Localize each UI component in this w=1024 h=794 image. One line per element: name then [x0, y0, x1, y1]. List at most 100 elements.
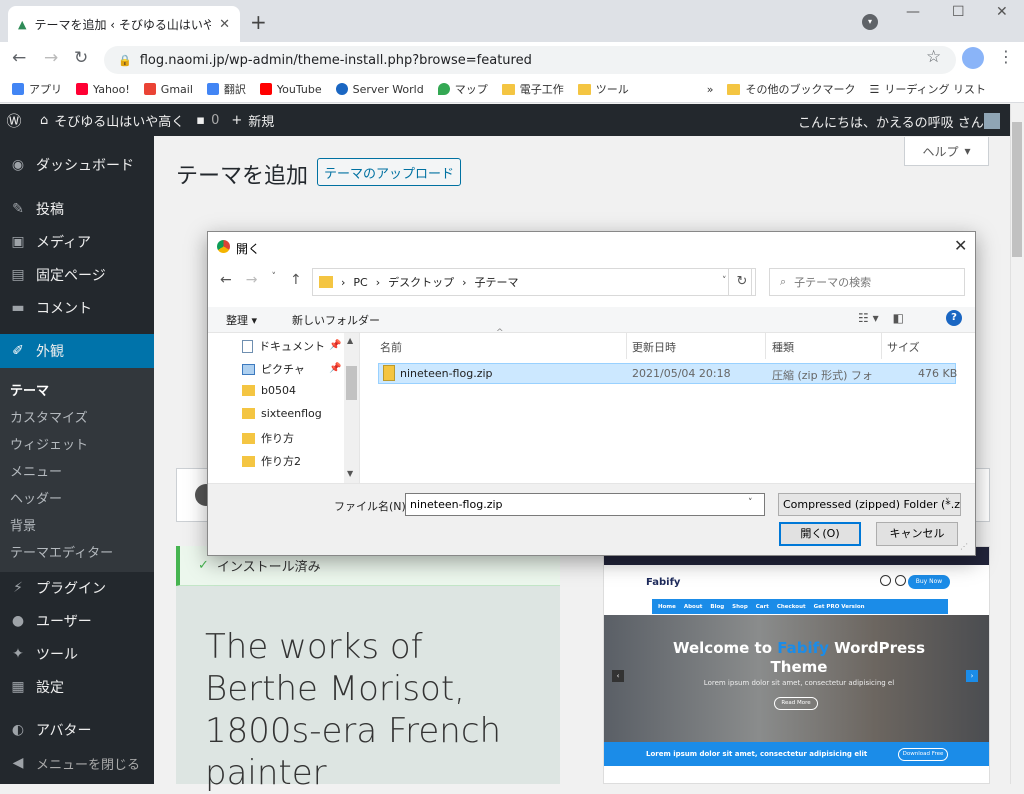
tree-item-folder[interactable]: b0504 — [242, 384, 296, 397]
site-name-link[interactable]: ⌂ そびゆる山はいや高く — [40, 111, 184, 130]
profile-avatar[interactable] — [962, 47, 984, 69]
tree-item-documents[interactable]: ドキュメント — [242, 338, 325, 354]
cancel-button[interactable]: キャンセル — [876, 522, 958, 546]
submenu-widgets[interactable]: ウィジェット — [0, 434, 154, 453]
address-bar[interactable]: 🔒 flog.naomi.jp/wp-admin/theme-install.p… — [104, 46, 956, 74]
bookmark-maps[interactable]: マップ — [437, 81, 488, 97]
help-icon[interactable]: ? — [946, 310, 962, 326]
maximize-icon[interactable]: ☐ — [952, 4, 965, 20]
sidebar-item-comments[interactable]: ▬ コメント — [0, 291, 154, 325]
bookmark-other[interactable]: その他のブックマーク — [727, 81, 855, 97]
forward-icon[interactable]: → — [44, 48, 58, 68]
breadcrumb-pc[interactable]: PC — [353, 276, 367, 289]
tree-scrollbar-thumb[interactable] — [346, 366, 357, 400]
preview-nav: Home About Blog Shop Cart Checkout Get P… — [652, 599, 948, 614]
open-button[interactable]: 開く(O) — [779, 522, 861, 546]
submenu-background[interactable]: 背景 — [0, 515, 154, 534]
column-header-type[interactable]: 種類 — [772, 339, 794, 355]
sidebar-item-pages[interactable]: ▤ 固定ページ — [0, 258, 154, 292]
bookmark-gmail[interactable]: Gmail — [143, 83, 193, 96]
account-avatar[interactable] — [984, 113, 1000, 129]
new-folder-button[interactable]: 新しいフォルダー — [292, 312, 380, 328]
bookmark-youtube[interactable]: YouTube — [259, 83, 322, 96]
sidebar-item-media[interactable]: ▣ メディア — [0, 225, 154, 259]
bookmark-star-icon[interactable]: ☆ — [926, 47, 941, 67]
comments-link[interactable]: ▪ 0 — [196, 113, 219, 128]
column-divider[interactable] — [881, 333, 882, 359]
column-header-size[interactable]: サイズ — [887, 339, 920, 355]
pinned-icon: 📌 — [329, 363, 342, 374]
scroll-down-icon[interactable]: ▼ — [347, 469, 353, 478]
up-icon[interactable]: ↑ — [290, 272, 302, 288]
upload-theme-button[interactable]: テーマのアップロード — [317, 158, 461, 186]
sidebar-item-dashboard[interactable]: ◉ ダッシュボード — [0, 148, 154, 182]
scroll-up-icon[interactable]: ▲ — [347, 336, 353, 345]
wordpress-logo-icon[interactable]: Ⓦ — [0, 104, 28, 136]
resize-grip-icon[interactable]: ⋰ — [960, 542, 968, 551]
new-tab-button[interactable]: + — [250, 10, 267, 34]
sidebar-item-plugins[interactable]: ⚡ プラグイン — [0, 571, 154, 605]
dialog-close-icon[interactable]: ✕ — [954, 236, 967, 255]
new-content-link[interactable]: + 新規 — [231, 111, 274, 130]
tree-item-folder[interactable]: 作り方2 — [242, 453, 301, 469]
column-header-name[interactable]: 名前 — [380, 339, 402, 355]
bookmark-folder-electronics[interactable]: 電子工作 — [501, 81, 564, 97]
collapse-menu-button[interactable]: ◀ メニューを閉じる — [0, 746, 154, 780]
breadcrumb-desktop[interactable]: デスクトップ — [388, 274, 454, 290]
back-icon[interactable]: ← — [220, 272, 232, 288]
sidebar-item-tools[interactable]: ✦ ツール — [0, 637, 154, 671]
sidebar-item-settings[interactable]: ▦ 設定 — [0, 670, 154, 704]
sidebar-item-posts[interactable]: ✎ 投稿 — [0, 192, 154, 226]
tree-item-pictures[interactable]: ピクチャ — [242, 361, 305, 377]
tab-search-icon[interactable]: ▾ — [862, 14, 878, 30]
tree-item-folder[interactable]: 作り方 — [242, 430, 294, 446]
tree-item-folder[interactable]: sixteenflog — [242, 407, 322, 420]
submenu-header[interactable]: ヘッダー — [0, 488, 154, 507]
theme-card-fabify[interactable]: Fabify Buy Now Home About Blog Shop Cart… — [603, 546, 990, 784]
refresh-icon[interactable]: ↻ — [728, 268, 756, 296]
filename-dropdown-icon[interactable]: ˅ — [748, 498, 753, 508]
bookmark-folder-tools[interactable]: ツール — [577, 81, 629, 97]
submenu-customize[interactable]: カスタマイズ — [0, 407, 154, 426]
bookmark-translate[interactable]: 翻訳 — [206, 81, 246, 97]
column-divider[interactable] — [765, 333, 766, 359]
file-type-select[interactable]: Compressed (zipped) Folder (*.z — [778, 493, 961, 516]
column-header-date[interactable]: 更新日時 — [632, 339, 676, 355]
submenu-themes[interactable]: テーマ — [0, 380, 154, 399]
sidebar-item-users[interactable]: ● ユーザー — [0, 604, 154, 638]
account-greeting[interactable]: こんにちは、かえるの呼吸 さん — [798, 112, 984, 131]
submenu-menus[interactable]: メニュー — [0, 461, 154, 480]
breadcrumb-child-theme[interactable]: 子テーマ — [475, 274, 519, 290]
bookmark-yahoo[interactable]: Yahoo! — [76, 83, 130, 96]
recent-dropdown-icon[interactable]: ˅ — [271, 272, 276, 288]
column-divider[interactable] — [626, 333, 627, 359]
help-tab-button[interactable]: ヘルプ ▾ — [904, 137, 989, 166]
bookmark-server-world[interactable]: Server World — [335, 83, 424, 96]
forward-icon[interactable]: → — [246, 272, 258, 288]
dialog-search-input[interactable]: ⌕ 子テーマの検索 — [769, 268, 965, 296]
reload-icon[interactable]: ↻ — [74, 48, 88, 68]
close-tab-icon[interactable]: ✕ — [219, 17, 230, 32]
close-window-icon[interactable]: ✕ — [996, 4, 1008, 20]
back-icon[interactable]: ← — [12, 48, 26, 68]
preview-nav-item: Blog — [710, 603, 725, 610]
preview-pane-icon[interactable]: ◧ — [893, 311, 904, 325]
sidebar-item-avatar[interactable]: ◐ アバター — [0, 713, 154, 747]
address-dropdown-icon[interactable]: ˅ — [722, 276, 727, 286]
view-options-icon[interactable]: ☷ ▾ — [858, 311, 879, 325]
chrome-menu-icon[interactable]: ⋮ — [998, 47, 1014, 66]
bookmark-apps[interactable]: アプリ — [12, 81, 62, 97]
dialog-address-bar[interactable]: › PC › デスクトップ › 子テーマ — [312, 268, 752, 296]
bookmark-reading-list[interactable]: ☰ リーディング リスト — [869, 81, 986, 97]
minimize-icon[interactable]: — — [906, 4, 920, 20]
browser-tab[interactable]: ▲ テーマを追加 ‹ そびゆる山はいや高く ✕ — [8, 6, 240, 42]
sidebar-item-appearance[interactable]: ✐ 外観 — [0, 334, 154, 368]
submenu-theme-editor[interactable]: テーマエディター — [0, 542, 154, 561]
bookmarks-overflow[interactable]: » — [707, 83, 714, 96]
organize-menu[interactable]: 整理 ▾ — [226, 312, 257, 328]
page-scrollbar-thumb[interactable] — [1012, 122, 1022, 257]
file-type-dropdown-icon[interactable]: ˅ — [945, 498, 950, 508]
tree-scrollbar[interactable] — [344, 333, 359, 483]
translate-icon — [206, 83, 219, 95]
filename-input[interactable]: nineteen-flog.zip — [405, 493, 765, 516]
